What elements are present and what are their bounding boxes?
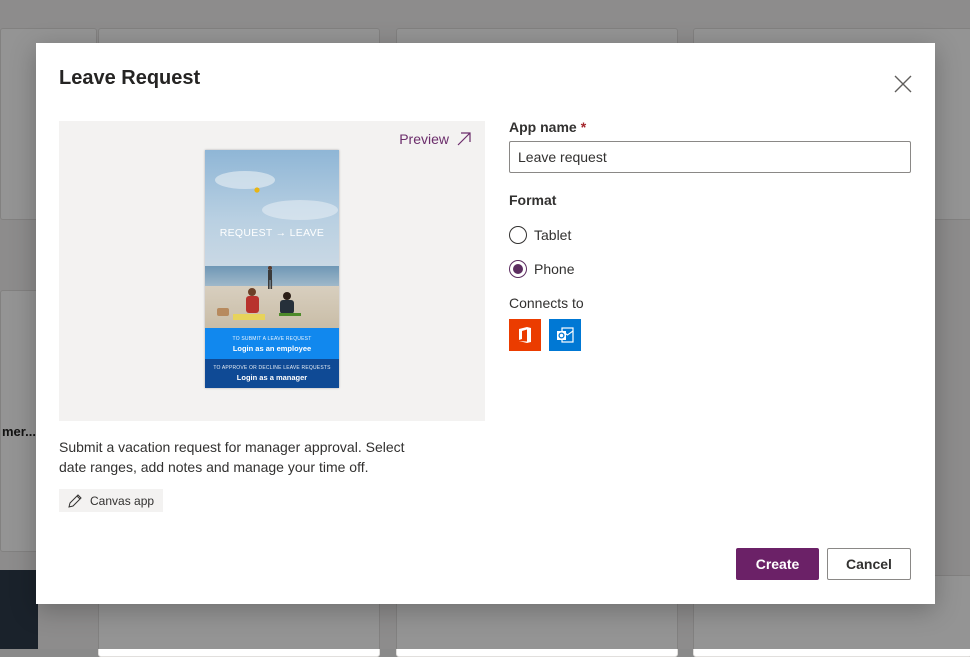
tablet-radio-label: Tablet [534,227,572,243]
phone-hero-text: REQUEST → LEAVE [219,227,325,239]
app-type-label: Canvas app [90,493,155,508]
close-button[interactable] [886,69,920,99]
beach-photo [205,150,339,328]
preview-link-label: Preview [399,131,449,147]
radio-selected-dot [513,264,523,274]
preview-link[interactable]: Preview [399,131,471,147]
create-button[interactable]: Create [736,548,819,580]
cancel-button[interactable]: Cancel [827,548,911,580]
office365-icon [509,319,541,351]
format-option-phone[interactable]: Phone [509,260,574,278]
format-option-tablet[interactable]: Tablet [509,226,571,244]
arrow-up-right-icon [457,132,471,146]
dialog-title: Leave Request [59,67,201,89]
template-preview: Preview REQUEST → LEAVE TO SUBMIT A LEAV… [59,121,485,421]
phone-employee-caption: TO SUBMIT A LEAVE REQUEST [232,336,312,342]
pen-icon [68,493,82,508]
required-marker: * [580,119,587,135]
phone-manager-label: Login as a manager [236,373,308,382]
phone-manager-login: TO APPROVE OR DECLINE LEAVE REQUESTS Log… [205,359,339,388]
phone-employee-login: TO SUBMIT A LEAVE REQUEST Login as an em… [205,328,339,359]
app-name-label-text: App name [509,119,577,135]
phone-preview-image: REQUEST → LEAVE TO SUBMIT A LEAVE REQUES… [205,150,339,388]
tablet-radio[interactable] [509,226,527,244]
close-icon [894,75,912,93]
template-description: Submit a vacation request for manager ap… [59,439,405,475]
leave-request-dialog: Leave Request Preview REQUEST → LEAVE TO… [36,43,935,604]
app-type-tag: Canvas app [59,489,164,512]
phone-radio[interactable] [509,260,527,278]
office-logo-glyph [519,327,531,343]
format-label: Format [509,192,557,208]
outlook-icon [549,319,581,351]
phone-manager-caption: TO APPROVE OR DECLINE LEAVE REQUESTS [213,365,331,371]
phone-employee-label: Login as an employee [232,344,312,353]
connects-to-label: Connects to [509,295,584,311]
phone-radio-label: Phone [534,261,575,277]
outlook-logo-glyph [557,327,574,343]
app-name-input[interactable] [509,141,911,173]
app-name-label: App name * [509,119,586,135]
